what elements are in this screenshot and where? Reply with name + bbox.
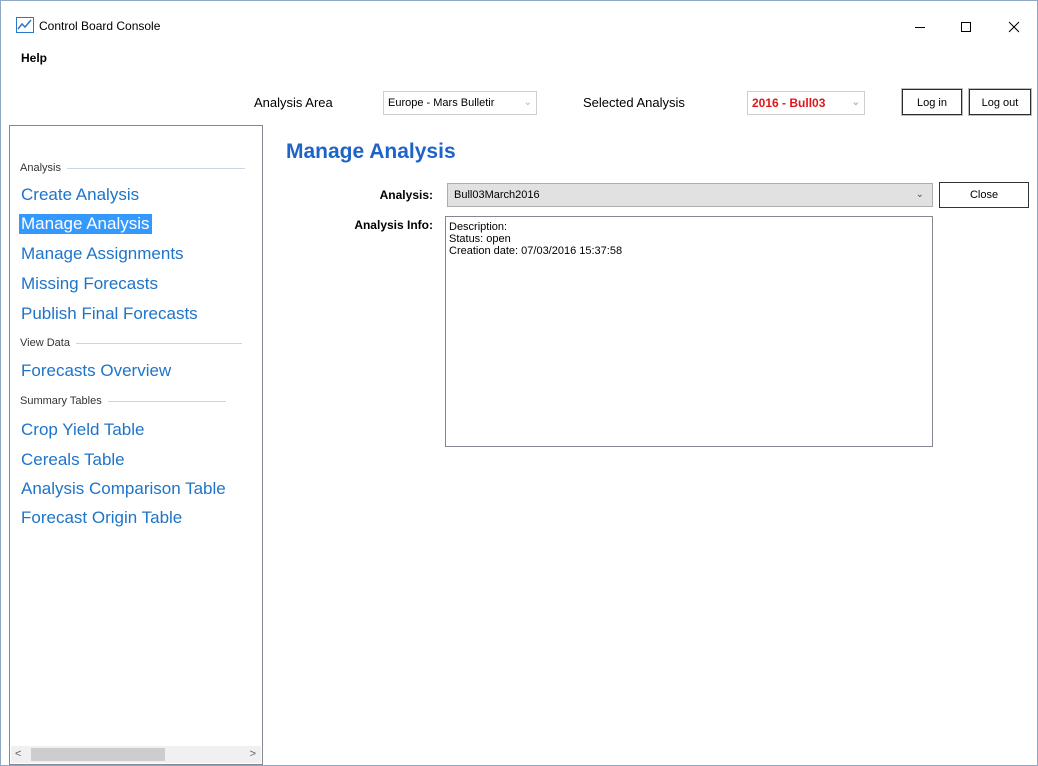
info-line: Status: open	[449, 233, 511, 245]
analysis-area-dropdown[interactable]: Europe - Mars Bulletir ⌄	[383, 91, 537, 115]
section-title: Analysis	[20, 162, 61, 174]
analysis-label: Analysis:	[379, 188, 433, 202]
nav-crop-yield-table[interactable]: Crop Yield Table	[19, 420, 147, 440]
analysis-area-value: Europe - Mars Bulletir	[388, 97, 495, 109]
section-title: View Data	[20, 337, 70, 349]
analysis-info-label: Analysis Info:	[354, 218, 433, 232]
horizontal-scrollbar[interactable]: < >	[11, 746, 261, 763]
nav-manage-assignments[interactable]: Manage Assignments	[19, 244, 186, 264]
analysis-area-label: Analysis Area	[254, 95, 333, 110]
info-line: Creation date: 07/03/2016 15:37:58	[449, 245, 623, 257]
section-view-data: View Data	[20, 337, 242, 349]
selected-analysis-value: 2016 - Bull03	[752, 96, 826, 110]
section-analysis: Analysis	[20, 162, 245, 174]
scrollbar-thumb[interactable]	[31, 748, 165, 761]
nav-cereals-table[interactable]: Cereals Table	[19, 450, 127, 470]
nav-create-analysis[interactable]: Create Analysis	[19, 185, 141, 205]
menu-bar: Help	[1, 47, 1037, 71]
nav-forecasts-overview[interactable]: Forecasts Overview	[19, 361, 173, 381]
chevron-down-icon: ⌄	[523, 97, 532, 108]
section-summary-tables: Summary Tables	[20, 395, 226, 407]
analysis-dropdown[interactable]: Bull03March2016 ⌄	[447, 183, 933, 207]
divider	[75, 342, 242, 344]
section-title: Summary Tables	[20, 395, 102, 407]
maximize-button[interactable]	[943, 11, 989, 43]
app-window: Control Board Console Help Analysis Area…	[0, 0, 1038, 766]
close-window-button[interactable]	[991, 11, 1037, 43]
menu-item-help[interactable]: Help	[21, 51, 47, 65]
minimize-icon	[915, 27, 925, 28]
sidebar-nav: Analysis Create Analysis Manage Analysis…	[9, 125, 263, 765]
selected-analysis-dropdown[interactable]: 2016 - Bull03 ⌄	[747, 91, 865, 115]
maximize-icon	[961, 22, 971, 32]
login-button[interactable]: Log in	[902, 89, 962, 115]
toolbar: Analysis Area Europe - Mars Bulletir ⌄ S…	[1, 81, 1037, 121]
minimize-button[interactable]	[897, 11, 943, 43]
nav-publish-final-forecasts[interactable]: Publish Final Forecasts	[19, 304, 200, 324]
selected-analysis-label: Selected Analysis	[583, 95, 685, 110]
divider	[107, 400, 226, 402]
chevron-down-icon: ⌄	[851, 97, 860, 108]
nav-manage-analysis[interactable]: Manage Analysis	[19, 214, 152, 234]
chevron-down-icon: ⌄	[915, 189, 924, 200]
divider	[66, 167, 245, 169]
logout-button[interactable]: Log out	[969, 89, 1031, 115]
close-button[interactable]: Close	[939, 182, 1029, 208]
nav-analysis-comparison-table[interactable]: Analysis Comparison Table	[19, 479, 228, 499]
close-icon	[1008, 21, 1020, 33]
info-line: Description:	[449, 221, 508, 233]
analysis-info-textbox[interactable]: Description: Status: open Creation date:…	[445, 216, 933, 447]
nav-forecast-origin-table[interactable]: Forecast Origin Table	[19, 508, 184, 528]
chart-icon	[16, 17, 34, 33]
scroll-right-icon[interactable]: >	[250, 746, 256, 763]
nav-missing-forecasts[interactable]: Missing Forecasts	[19, 274, 160, 294]
window-title: Control Board Console	[39, 19, 161, 33]
scroll-left-icon[interactable]: <	[15, 746, 21, 763]
analysis-value: Bull03March2016	[454, 189, 540, 201]
page-title: Manage Analysis	[286, 140, 456, 163]
title-bar: Control Board Console	[1, 1, 1037, 43]
